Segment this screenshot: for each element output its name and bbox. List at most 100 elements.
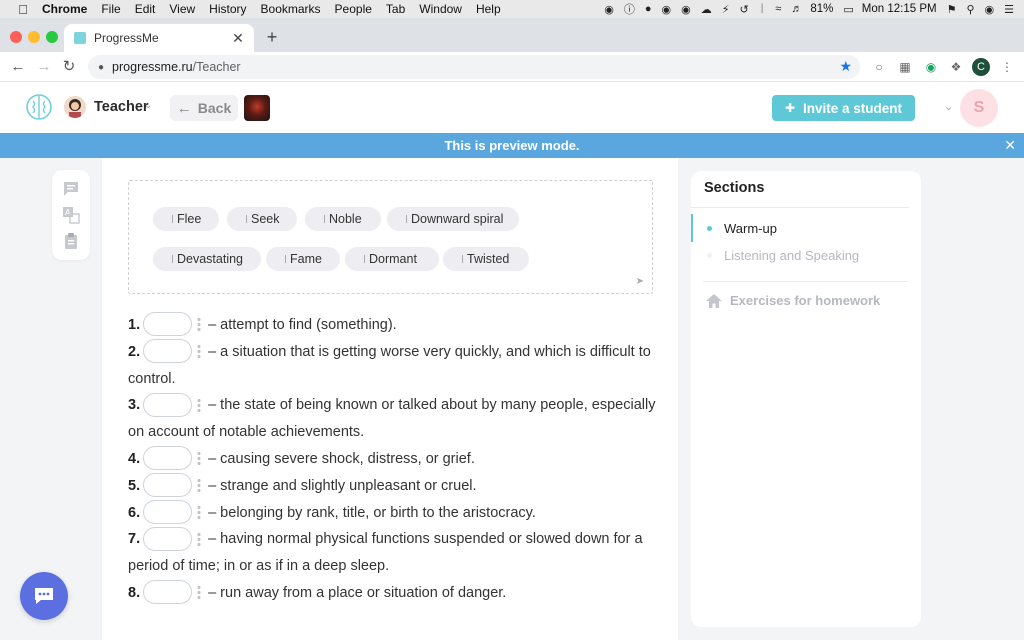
- answer-drop-zone[interactable]: [143, 312, 193, 337]
- cloud-icon[interactable]: ☁: [701, 3, 712, 16]
- menu-history[interactable]: History: [209, 2, 246, 16]
- menu-tab[interactable]: Tab: [386, 2, 405, 16]
- time-machine-icon[interactable]: ↺: [739, 3, 748, 16]
- window-close-button[interactable]: [10, 31, 22, 43]
- home-icon: [706, 293, 722, 308]
- translate-icon[interactable]: A: [62, 206, 80, 224]
- word-chip[interactable]: Dormant: [345, 247, 439, 271]
- chevron-down-icon[interactable]: ⌄: [144, 100, 152, 111]
- word-chip[interactable]: Downward spiral: [387, 207, 519, 231]
- answer-drop-zone[interactable]: [143, 580, 193, 605]
- status-icon-3[interactable]: ●: [645, 3, 652, 15]
- pin-icon[interactable]: ➤: [636, 276, 644, 287]
- drag-handle-icon[interactable]: [197, 585, 202, 600]
- back-arrow-icon[interactable]: ←: [8, 57, 28, 77]
- control-center-icon[interactable]: ☰: [1004, 3, 1014, 16]
- exercise-item: 4. – causing severe shock, distress, or g…: [128, 446, 658, 473]
- course-thumbnail[interactable]: [244, 95, 270, 121]
- chrome-menu-icon[interactable]: ⋮: [998, 58, 1016, 76]
- clock[interactable]: Mon 12:15 PM: [862, 3, 937, 15]
- status-icon-2[interactable]: ⓘ: [624, 1, 635, 17]
- word-chip[interactable]: Flee: [153, 207, 219, 231]
- new-tab-button[interactable]: +: [262, 27, 282, 47]
- bluetooth-icon[interactable]: ᛁ: [759, 3, 766, 15]
- battery-icon[interactable]: ▭: [843, 3, 853, 16]
- word-chip[interactable]: Noble: [305, 207, 381, 231]
- menu-app-name[interactable]: Chrome: [42, 2, 87, 16]
- volume-icon[interactable]: ♬: [791, 3, 802, 15]
- drag-handle-icon[interactable]: [197, 451, 202, 466]
- back-button[interactable]: ← Back: [170, 95, 238, 121]
- url-text[interactable]: progressme.ru/Teacher: [112, 60, 241, 74]
- answer-drop-zone[interactable]: [143, 338, 193, 363]
- menu-view[interactable]: View: [169, 2, 195, 16]
- homework-link[interactable]: Exercises for homework: [706, 293, 880, 308]
- menu-window[interactable]: Window: [419, 2, 462, 16]
- bolt-icon[interactable]: ⚡: [722, 3, 730, 16]
- divider: [703, 281, 909, 282]
- item-definition: – having normal physical functions suspe…: [128, 531, 643, 575]
- answer-drop-zone[interactable]: [143, 446, 193, 471]
- menu-bookmarks[interactable]: Bookmarks: [261, 2, 321, 16]
- banner-close-icon[interactable]: ✕: [1004, 137, 1016, 154]
- word-chip[interactable]: Twisted: [443, 247, 529, 271]
- tab-close-icon[interactable]: ✕: [230, 30, 246, 47]
- menu-edit[interactable]: Edit: [135, 2, 156, 16]
- section-item-warm-up[interactable]: Warm-up: [707, 221, 777, 236]
- window-zoom-button[interactable]: [46, 31, 58, 43]
- menu-people[interactable]: People: [335, 2, 372, 16]
- brain-logo-icon[interactable]: [24, 92, 54, 122]
- role-label[interactable]: Teacher: [94, 99, 149, 115]
- word-chip[interactable]: Seek: [227, 207, 297, 231]
- exercise-item: 3. – the state of being known or talked a…: [128, 392, 658, 446]
- user-menu-chevron-icon[interactable]: ⌄: [944, 100, 953, 113]
- word-chip[interactable]: Devastating: [153, 247, 261, 271]
- comment-icon[interactable]: [62, 180, 80, 198]
- browser-tab[interactable]: ProgressMe ✕: [64, 24, 254, 52]
- drag-handle-icon[interactable]: [197, 504, 202, 519]
- forward-arrow-icon[interactable]: →: [34, 57, 54, 77]
- window-minimize-button[interactable]: [28, 31, 40, 43]
- drag-handle-icon[interactable]: [197, 531, 202, 546]
- clipboard-icon[interactable]: [62, 232, 80, 250]
- apple-menu-icon[interactable]: : [16, 2, 30, 17]
- extension-icon-3[interactable]: ◉: [922, 58, 940, 76]
- battery-percent[interactable]: 81%: [810, 3, 833, 15]
- menu-help[interactable]: Help: [476, 2, 501, 16]
- reload-icon[interactable]: ↻: [59, 57, 79, 77]
- drag-handle-icon[interactable]: [197, 477, 202, 492]
- section-label: Warm-up: [724, 221, 777, 236]
- answer-drop-zone[interactable]: [143, 472, 193, 497]
- wifi-icon[interactable]: ≈: [775, 3, 781, 15]
- status-icon-1[interactable]: ◉: [604, 3, 614, 16]
- us-flag-icon[interactable]: ⚑: [947, 3, 957, 16]
- item-number: 8.: [128, 584, 141, 601]
- url-host: progressme.ru: [112, 60, 193, 74]
- status-icon-5[interactable]: ◉: [681, 3, 691, 16]
- extension-icon-1[interactable]: ○: [870, 58, 888, 76]
- invite-student-button[interactable]: ✚ Invite a student: [772, 95, 915, 121]
- answer-drop-zone[interactable]: [143, 392, 193, 417]
- active-indicator: [691, 214, 693, 242]
- drag-handle-icon[interactable]: [197, 397, 202, 412]
- status-icon-4[interactable]: ◉: [662, 3, 672, 16]
- answer-drop-zone[interactable]: [143, 499, 193, 524]
- drag-handle-icon[interactable]: [197, 343, 202, 358]
- bookmark-star-icon[interactable]: ★: [839, 58, 852, 75]
- section-item-listening-speaking[interactable]: Listening and Speaking: [707, 248, 859, 263]
- word-chip[interactable]: Fame: [266, 247, 340, 271]
- chat-button[interactable]: [20, 572, 68, 620]
- address-bar[interactable]: ● progressme.ru/Teacher ★: [88, 55, 860, 79]
- drag-handle-icon[interactable]: [197, 317, 202, 332]
- menu-file[interactable]: File: [101, 2, 120, 16]
- word-chip-label: Devastating: [177, 252, 244, 266]
- spotlight-icon[interactable]: ⚲: [966, 3, 974, 16]
- browser-toolbar: ← → ↻ ● progressme.ru/Teacher ★ ○ ▦ ◉ ❖ …: [0, 52, 1024, 82]
- user-avatar[interactable]: S: [960, 89, 998, 127]
- siri-icon[interactable]: ◉: [985, 3, 995, 16]
- extensions-puzzle-icon[interactable]: ❖: [947, 58, 965, 76]
- extension-icon-2[interactable]: ▦: [896, 58, 914, 76]
- answer-drop-zone[interactable]: [143, 526, 193, 551]
- profile-avatar[interactable]: C: [972, 58, 990, 76]
- teacher-avatar[interactable]: [64, 96, 86, 118]
